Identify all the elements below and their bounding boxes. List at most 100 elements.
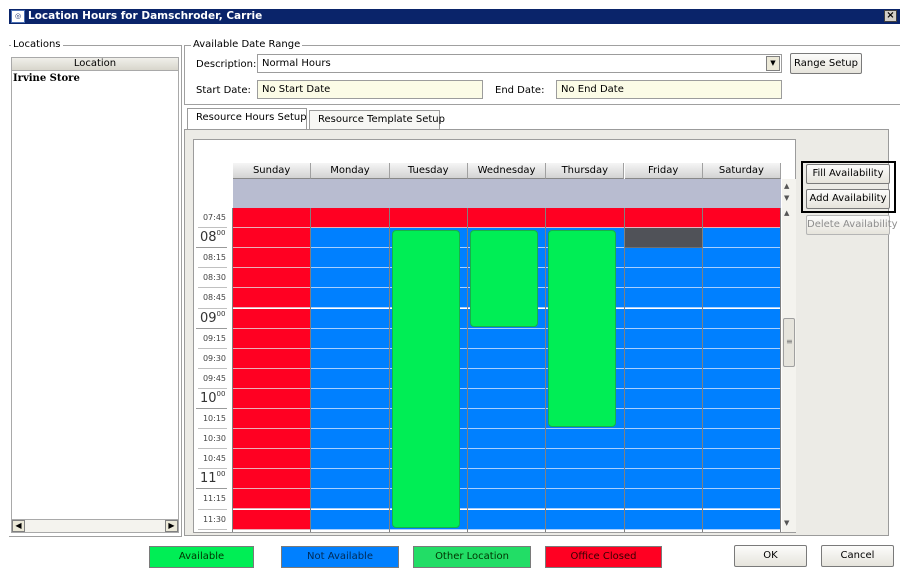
schedule-cell[interactable]: [233, 308, 312, 329]
allday-scroll-up-icon[interactable]: ▲: [784, 182, 789, 190]
schedule-cell[interactable]: [624, 429, 703, 450]
schedule-cell[interactable]: [233, 268, 312, 289]
schedule-cell[interactable]: [702, 509, 782, 530]
schedule-cell[interactable]: [233, 248, 312, 269]
ok-button[interactable]: OK: [734, 545, 807, 567]
delete-availability-button[interactable]: Delete Availability: [806, 215, 898, 235]
title-bar[interactable]: ◎ Location Hours for Damschroder, Carrie…: [9, 9, 900, 24]
schedule-cell[interactable]: [311, 368, 390, 389]
schedule-cell[interactable]: [624, 208, 703, 229]
schedule-cell[interactable]: [624, 228, 703, 249]
schedule-cell[interactable]: [467, 469, 547, 490]
schedule-cell[interactable]: [311, 429, 390, 450]
schedule-cell[interactable]: [311, 248, 390, 269]
schedule-cell[interactable]: [702, 268, 782, 289]
schedule-cell[interactable]: [233, 328, 312, 349]
schedule-cell[interactable]: [467, 388, 547, 409]
schedule-cell[interactable]: [702, 328, 782, 349]
add-availability-button[interactable]: Add Availability: [806, 189, 890, 209]
scroll-down-icon[interactable]: ▼: [784, 519, 789, 527]
schedule-cell[interactable]: [467, 208, 547, 229]
schedule-cell[interactable]: [702, 429, 782, 450]
schedule-cell[interactable]: [624, 288, 703, 309]
availability-block-tuesday[interactable]: [391, 230, 460, 528]
schedule-cell[interactable]: [311, 409, 390, 430]
schedule-cell[interactable]: [467, 409, 547, 430]
start-date-field[interactable]: No Start Date: [257, 80, 483, 99]
schedule-cell[interactable]: [233, 469, 312, 490]
schedule-cell[interactable]: [624, 268, 703, 289]
schedule-cell[interactable]: [624, 328, 703, 349]
schedule-cell[interactable]: [233, 288, 312, 309]
schedule-cell[interactable]: [624, 348, 703, 369]
schedule-cell[interactable]: [467, 368, 547, 389]
schedule-cell[interactable]: [624, 469, 703, 490]
end-date-field[interactable]: No End Date: [556, 80, 782, 99]
schedule-cell[interactable]: [233, 208, 312, 229]
schedule-cell[interactable]: [311, 449, 390, 470]
schedule-cell[interactable]: [546, 449, 625, 470]
tab-resource-template-setup[interactable]: Resource Template Setup: [309, 110, 445, 131]
schedule-cell[interactable]: [546, 489, 625, 510]
schedule-cell[interactable]: [311, 509, 390, 530]
schedule-cell[interactable]: [624, 388, 703, 409]
schedule-cell[interactable]: [702, 368, 782, 389]
schedule-cell[interactable]: [624, 368, 703, 389]
schedule-cell[interactable]: [233, 348, 312, 369]
schedule-cell[interactable]: [624, 409, 703, 430]
schedule-cell[interactable]: [311, 469, 390, 490]
fill-availability-button[interactable]: Fill Availability: [806, 164, 890, 184]
schedule-cell[interactable]: [311, 228, 390, 249]
schedule-cell[interactable]: [467, 328, 547, 349]
schedule-cell[interactable]: [311, 348, 390, 369]
location-horizontal-scrollbar[interactable]: ◀ ▶: [11, 519, 179, 533]
schedule-cell[interactable]: [702, 489, 782, 510]
schedule-cell[interactable]: [233, 409, 312, 430]
location-item-irvine-store[interactable]: Irvine Store: [13, 73, 80, 84]
schedule-cell[interactable]: [311, 489, 390, 510]
scrollbar-thumb[interactable]: ≡: [783, 318, 795, 367]
schedule-cell[interactable]: [233, 449, 312, 470]
schedule-cell[interactable]: [467, 449, 547, 470]
schedule-cell[interactable]: [702, 208, 782, 229]
schedule-cell[interactable]: [311, 388, 390, 409]
schedule-cell[interactable]: [389, 208, 468, 229]
description-select[interactable]: Normal Hours ▼: [257, 54, 782, 73]
schedule-cell[interactable]: [624, 509, 703, 530]
schedule-cell[interactable]: [467, 509, 547, 530]
range-setup-button[interactable]: Range Setup: [790, 53, 862, 74]
schedule-cell[interactable]: [702, 348, 782, 369]
schedule-cell[interactable]: [702, 469, 782, 490]
schedule-cell[interactable]: [233, 368, 312, 389]
schedule-cell[interactable]: [233, 429, 312, 450]
schedule-cell[interactable]: [624, 449, 703, 470]
schedule-cell[interactable]: [311, 268, 390, 289]
schedule-cell[interactable]: [624, 489, 703, 510]
schedule-cell[interactable]: [546, 208, 625, 229]
scroll-up-icon[interactable]: ▲: [784, 209, 789, 217]
schedule-cell[interactable]: [311, 288, 390, 309]
schedule-cell[interactable]: [702, 288, 782, 309]
schedule-cell[interactable]: [702, 388, 782, 409]
scroll-right-icon[interactable]: ▶: [165, 520, 178, 532]
location-column-header[interactable]: Location: [11, 57, 179, 71]
schedule-cell[interactable]: [702, 409, 782, 430]
schedule-cell[interactable]: [233, 388, 312, 409]
cancel-button[interactable]: Cancel: [821, 545, 894, 567]
schedule-cell[interactable]: [546, 509, 625, 530]
allday-scroll-down-icon[interactable]: ▼: [784, 194, 789, 202]
availability-block-wednesday[interactable]: [469, 230, 539, 327]
close-button[interactable]: ×: [884, 10, 897, 22]
all-day-area[interactable]: [233, 179, 781, 208]
location-list[interactable]: [11, 71, 179, 519]
schedule-cell[interactable]: [233, 228, 312, 249]
schedule-cell[interactable]: [702, 248, 782, 269]
schedule-cell[interactable]: [702, 449, 782, 470]
schedule-cell[interactable]: [467, 348, 547, 369]
schedule-cell[interactable]: [702, 308, 782, 329]
schedule-cell[interactable]: [467, 489, 547, 510]
schedule-cell[interactable]: [233, 489, 312, 510]
schedule-cell[interactable]: [233, 509, 312, 530]
schedule-cell[interactable]: [311, 308, 390, 329]
tab-resource-hours-setup[interactable]: Resource Hours Setup: [187, 108, 307, 131]
